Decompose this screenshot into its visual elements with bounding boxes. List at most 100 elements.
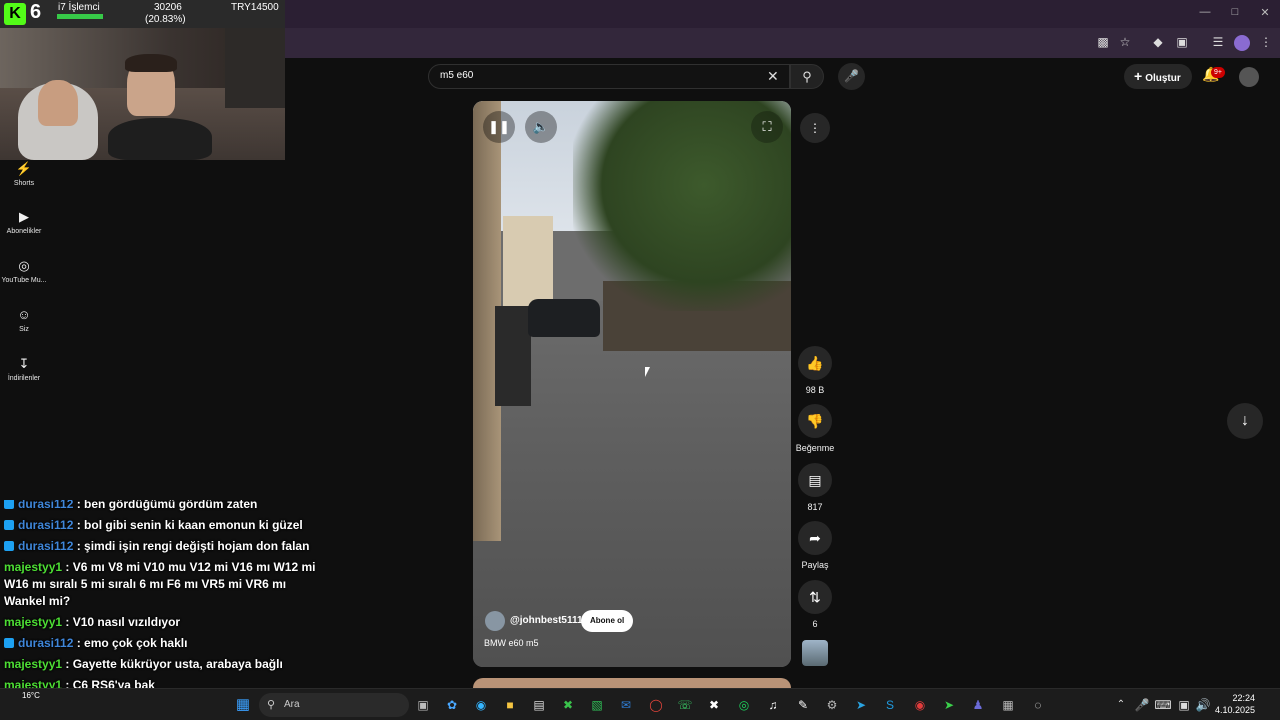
thumbs-up-icon[interactable]: 👍 xyxy=(798,346,832,380)
obs-icon[interactable]: ◌ xyxy=(1027,694,1049,716)
youtube-music-icon: ◎ xyxy=(18,258,30,273)
tiktok-icon[interactable]: ♫ xyxy=(762,694,784,716)
xbox-icon[interactable]: ✖ xyxy=(557,694,579,716)
share-icon[interactable]: ➦ xyxy=(798,521,832,555)
chevron-up-icon[interactable]: ⌃ xyxy=(1110,694,1132,716)
remix-icon[interactable]: ⇅ xyxy=(798,580,832,614)
install-app-icon[interactable]: ▩ xyxy=(1095,35,1111,51)
speaker-icon[interactable]: 🔊 xyxy=(1192,694,1214,716)
search-input[interactable]: m5 e60 ✕ xyxy=(428,64,790,89)
chat-text: Gayette kükrüyor usta, arabaya bağlı xyxy=(72,657,283,671)
sidebar-item-you[interactable]: ☺ Siz xyxy=(0,306,48,333)
pause-button[interactable]: ❚❚ xyxy=(483,111,515,143)
channel-avatar[interactable] xyxy=(485,611,505,631)
browser-menu-icon[interactable]: ⋮ xyxy=(1258,35,1274,51)
notifications-badge: 9+ xyxy=(1211,67,1225,78)
minimize-button[interactable]: — xyxy=(1196,6,1214,20)
app-grid-icon[interactable]: ▦ xyxy=(997,694,1019,716)
share-action[interactable]: ➦ Paylaş xyxy=(796,521,834,570)
comments-count: 817 xyxy=(807,502,823,512)
fullscreen-button[interactable]: ⛶ xyxy=(751,111,783,143)
skype-icon[interactable]: S xyxy=(879,694,901,716)
comments-action[interactable]: ▤ 817 xyxy=(796,463,834,512)
sidebar-item-label: İndirilenler xyxy=(7,375,41,382)
cpu-label: i7 İşlemci xyxy=(58,2,100,13)
chat-username: durasi112 xyxy=(18,636,74,650)
clock-date[interactable]: 4.10.2025 xyxy=(1212,705,1255,715)
video-scene-bollard xyxy=(495,306,531,406)
sidebar-item-downloads[interactable]: ↧ İndirilenler xyxy=(0,355,48,382)
chat-separator: : xyxy=(73,636,85,650)
chat-username: majestyy1 xyxy=(4,657,63,671)
extensions-puzzle-icon[interactable]: ▣ xyxy=(1174,35,1190,51)
task-view-icon[interactable]: ▣ xyxy=(412,694,434,716)
thumbs-down-icon[interactable]: 👎 xyxy=(798,404,832,438)
sidebar-item-shorts[interactable]: ⚡ Shorts xyxy=(0,160,48,187)
channel-name[interactable]: @johnbest5111 xyxy=(510,615,583,626)
dislike-action[interactable]: 👎 Beğenme xyxy=(793,404,837,453)
chat-badge-icon xyxy=(4,500,14,509)
edge-icon[interactable]: ◉ xyxy=(470,694,492,716)
voice-search-button[interactable]: 🎤 xyxy=(838,63,865,90)
sidebar-item-youtube-music[interactable]: ◎ YouTube Mu... xyxy=(0,257,48,284)
windows-taskbar: 16°C ▦ ⚲ Ara ▣ ✿ ◉ ■ ▤ ✖ ▧ ✉ ◯ ☏ ✖ ◎ ♫ ✎… xyxy=(0,688,1280,720)
subscribe-button[interactable]: Abone ol xyxy=(581,610,634,632)
close-window-button[interactable]: ✕ xyxy=(1256,6,1274,20)
account-avatar[interactable] xyxy=(1239,67,1259,87)
messenger-green-icon[interactable]: ➤ xyxy=(938,694,960,716)
taskbar-search[interactable]: ⚲ Ara xyxy=(259,693,409,717)
chrome-icon[interactable]: ◯ xyxy=(645,694,667,716)
shorts-video-player[interactable]: ❚❚ 🔈 ⛶ @johnbest5111 Abone ol BMW e60 m5 xyxy=(473,101,791,667)
chat-username: durasi112 xyxy=(18,500,74,511)
antivirus-icon[interactable]: ◉ xyxy=(909,694,931,716)
chat-message: durasi112 : ben gördüğümü gördüm zaten xyxy=(0,500,320,515)
microphone-icon: 🎤 xyxy=(844,69,859,83)
comment-icon[interactable]: ▤ xyxy=(798,463,832,497)
clock-time[interactable]: 22:24 xyxy=(1227,693,1255,703)
search-query: m5 e60 xyxy=(440,70,474,81)
sound-thumbnail[interactable] xyxy=(802,640,828,666)
video-title[interactable]: BMW e60 m5 xyxy=(484,638,539,648)
microphone-icon[interactable]: 🎤 xyxy=(1131,694,1153,716)
chat-badge-icon xyxy=(4,520,14,530)
create-label: Oluştur xyxy=(1145,73,1181,84)
like-action[interactable]: 👍 98 B xyxy=(796,346,834,395)
create-button[interactable]: + Oluştur xyxy=(1124,64,1192,89)
bookmark-star-icon[interactable]: ☆ xyxy=(1117,35,1133,51)
store-icon[interactable]: ▤ xyxy=(528,694,550,716)
weather-temp[interactable]: 16°C xyxy=(22,691,40,700)
next-short-button[interactable]: ↓ xyxy=(1227,403,1263,439)
search-button[interactable]: ⚲ xyxy=(790,64,824,89)
shorts-icon: ⚡ xyxy=(15,161,33,176)
settings-gear-icon[interactable]: ⚙ xyxy=(821,694,843,716)
keyboard-icon[interactable]: ⌨ xyxy=(1152,694,1174,716)
chat-username: majestyy1 xyxy=(4,615,63,629)
extension-gem-icon[interactable]: ◆ xyxy=(1150,35,1166,51)
copilot-icon[interactable]: ✿ xyxy=(441,694,463,716)
media-control-icon[interactable]: ☰ xyxy=(1210,35,1226,51)
sidebar-item-subscriptions[interactable]: ▶ Abonelikler xyxy=(0,208,48,235)
volume-button[interactable]: 🔈 xyxy=(525,111,557,143)
excel-like-icon[interactable]: ▧ xyxy=(586,694,608,716)
maximize-button[interactable]: □ xyxy=(1226,6,1244,20)
file-explorer-icon[interactable]: ■ xyxy=(499,694,521,716)
cpu-value: 30206 xyxy=(154,2,182,13)
telegram-icon[interactable]: ➤ xyxy=(850,694,872,716)
profile-avatar-icon[interactable] xyxy=(1234,35,1250,51)
search-icon: ⚲ xyxy=(802,69,812,84)
windows-start-icon[interactable]: ▦ xyxy=(232,694,254,716)
webcam-shelf xyxy=(225,28,285,108)
more-options-button[interactable]: ⋮ xyxy=(800,113,830,143)
teams-icon[interactable]: ♟ xyxy=(967,694,989,716)
stream-chat-overlay: durasi112 : ben gördüğümü gördüm zaten du… xyxy=(0,500,320,720)
chat-username: durasi112 xyxy=(18,518,74,532)
clear-search-icon[interactable]: ✕ xyxy=(767,68,779,85)
chat-username: majestyy1 xyxy=(4,560,63,574)
spotify-icon[interactable]: ◎ xyxy=(733,694,755,716)
remix-action[interactable]: ⇅ 6 xyxy=(796,580,834,629)
notes-app-icon[interactable]: ✎ xyxy=(792,694,814,716)
video-scene-building xyxy=(503,216,553,306)
outlook-icon[interactable]: ✉ xyxy=(615,694,637,716)
capcut-icon[interactable]: ✖ xyxy=(703,694,725,716)
whatsapp-icon[interactable]: ☏ xyxy=(674,694,696,716)
